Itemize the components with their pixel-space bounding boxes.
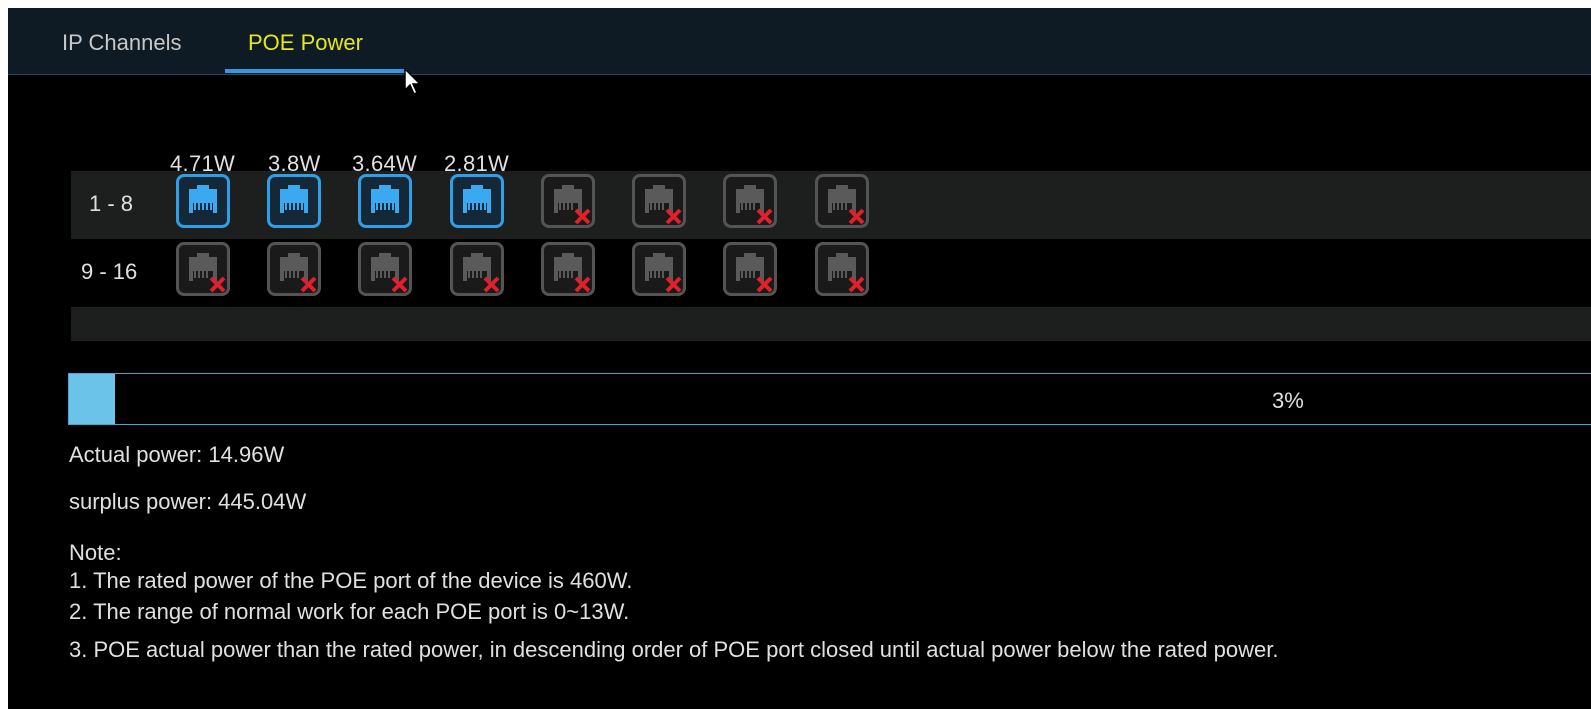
active-tab-indicator xyxy=(225,69,407,73)
row-label-1-8: 1 - 8 xyxy=(89,191,134,216)
poe-port-15[interactable] xyxy=(723,242,777,296)
actual-power-text: Actual power: 14.96W xyxy=(69,442,285,467)
poe-port-5[interactable] xyxy=(541,174,595,228)
tab-bar: IP Channels POE Power xyxy=(8,8,1591,96)
power-usage-fill xyxy=(69,374,115,424)
note-line-1: 1. The rated power of the POE port of th… xyxy=(69,568,633,593)
mouse-pointer-icon xyxy=(404,67,422,101)
poe-port-8[interactable] xyxy=(815,174,869,228)
poe-port-3[interactable] xyxy=(358,174,412,228)
note-line-3: 3. POE actual power than the rated power… xyxy=(69,637,1279,662)
poe-port-7[interactable] xyxy=(723,174,777,228)
poe-port-6[interactable] xyxy=(632,174,686,228)
poe-port-16[interactable] xyxy=(815,242,869,296)
tab-poe-power[interactable]: POE Power xyxy=(248,30,363,74)
note-line-2: 2. The range of normal work for each POE… xyxy=(69,599,630,624)
poe-port-1[interactable] xyxy=(176,174,230,228)
power-usage-bar: 3% xyxy=(68,373,1591,425)
poe-port-2[interactable] xyxy=(267,174,321,228)
port-row-empty xyxy=(71,307,1591,341)
poe-port-4[interactable] xyxy=(450,174,504,228)
surplus-power-text: surplus power: 445.04W xyxy=(69,489,307,514)
poe-port-13[interactable] xyxy=(541,242,595,296)
poe-port-14[interactable] xyxy=(632,242,686,296)
row-label-9-16: 9 - 16 xyxy=(81,259,138,284)
tab-ip-channels[interactable]: IP Channels xyxy=(62,30,181,74)
poe-power-panel: IP Channels POE Power 4.71W 3.8W 3.64W 2… xyxy=(8,8,1591,709)
poe-port-12[interactable] xyxy=(450,242,504,296)
note-title: Note: xyxy=(69,540,122,565)
poe-port-10[interactable] xyxy=(267,242,321,296)
poe-port-11[interactable] xyxy=(358,242,412,296)
power-usage-percent: 3% xyxy=(1272,388,1304,413)
poe-port-9[interactable] xyxy=(176,242,230,296)
